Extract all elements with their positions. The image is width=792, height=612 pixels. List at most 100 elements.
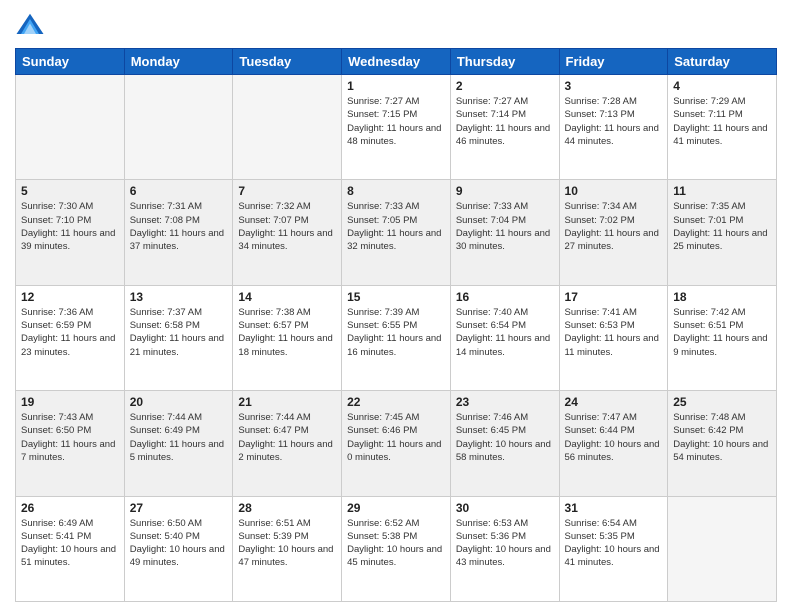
day-info: Sunrise: 7:45 AMSunset: 6:46 PMDaylight:…: [347, 411, 445, 464]
day-number: 7: [238, 184, 336, 198]
day-info: Sunrise: 7:27 AMSunset: 7:15 PMDaylight:…: [347, 95, 445, 148]
day-number: 5: [21, 184, 119, 198]
calendar-cell: 3Sunrise: 7:28 AMSunset: 7:13 PMDaylight…: [559, 75, 668, 180]
day-info: Sunrise: 7:33 AMSunset: 7:05 PMDaylight:…: [347, 200, 445, 253]
weekday-header-friday: Friday: [559, 49, 668, 75]
week-row-5: 26Sunrise: 6:49 AMSunset: 5:41 PMDayligh…: [16, 496, 777, 601]
day-number: 17: [565, 290, 663, 304]
day-number: 9: [456, 184, 554, 198]
day-info: Sunrise: 7:44 AMSunset: 6:47 PMDaylight:…: [238, 411, 336, 464]
day-info: Sunrise: 7:46 AMSunset: 6:45 PMDaylight:…: [456, 411, 554, 464]
calendar-table: SundayMondayTuesdayWednesdayThursdayFrid…: [15, 48, 777, 602]
calendar-cell: 9 Sunrise: 7:33 AMSunset: 7:04 PMDaylight…: [450, 180, 559, 285]
day-number: 4: [673, 79, 771, 93]
day-info: Sunrise: 7:43 AMSunset: 6:50 PMDaylight:…: [21, 411, 119, 464]
week-row-3: 12 Sunrise: 7:36 AMSunset: 6:59 PMDayligh…: [16, 285, 777, 390]
weekday-header-saturday: Saturday: [668, 49, 777, 75]
calendar-cell: 15Sunrise: 7:39 AMSunset: 6:55 PMDayligh…: [342, 285, 451, 390]
calendar-cell: 21 Sunrise: 7:44 AMSunset: 6:47 PMDayligh…: [233, 391, 342, 496]
day-info: Sunrise: 6:54 AMSunset: 5:35 PMDaylight:…: [565, 517, 663, 570]
day-info: Sunrise: 7:31 AMSunset: 7:08 PMDaylight:…: [130, 200, 228, 253]
day-number: 13: [130, 290, 228, 304]
calendar-cell: 28 Sunrise: 6:51 AMSunset: 5:39 PMDayligh…: [233, 496, 342, 601]
calendar-cell: 2 Sunrise: 7:27 AMSunset: 7:14 PMDaylight…: [450, 75, 559, 180]
day-info: Sunrise: 7:35 AMSunset: 7:01 PMDaylight:…: [673, 200, 771, 253]
calendar-cell: [233, 75, 342, 180]
calendar-cell: [668, 496, 777, 601]
calendar-cell: 12 Sunrise: 7:36 AMSunset: 6:59 PMDayligh…: [16, 285, 125, 390]
header: [15, 10, 777, 40]
calendar-cell: 29 Sunrise: 6:52 AMSunset: 5:38 PMDayligh…: [342, 496, 451, 601]
day-info: Sunrise: 7:47 AMSunset: 6:44 PMDaylight:…: [565, 411, 663, 464]
weekday-header-tuesday: Tuesday: [233, 49, 342, 75]
calendar-cell: 8 Sunrise: 7:33 AMSunset: 7:05 PMDaylight…: [342, 180, 451, 285]
calendar-cell: 23Sunrise: 7:46 AMSunset: 6:45 PMDayligh…: [450, 391, 559, 496]
calendar-cell: 26Sunrise: 6:49 AMSunset: 5:41 PMDayligh…: [16, 496, 125, 601]
calendar-cell: 11 Sunrise: 7:35 AMSunset: 7:01 PMDayligh…: [668, 180, 777, 285]
day-info: Sunrise: 7:27 AMSunset: 7:14 PMDaylight:…: [456, 95, 554, 148]
weekday-header-thursday: Thursday: [450, 49, 559, 75]
day-info: Sunrise: 7:38 AMSunset: 6:57 PMDaylight:…: [238, 306, 336, 359]
day-info: Sunrise: 7:44 AMSunset: 6:49 PMDaylight:…: [130, 411, 228, 464]
day-number: 29: [347, 501, 445, 515]
week-row-1: 1 Sunrise: 7:27 AMSunset: 7:15 PMDaylight…: [16, 75, 777, 180]
day-number: 18: [673, 290, 771, 304]
day-info: Sunrise: 6:51 AMSunset: 5:39 PMDaylight:…: [238, 517, 336, 570]
day-number: 26: [21, 501, 119, 515]
calendar-cell: 6Sunrise: 7:31 AMSunset: 7:08 PMDaylight…: [124, 180, 233, 285]
calendar-cell: 5 Sunrise: 7:30 AMSunset: 7:10 PMDaylight…: [16, 180, 125, 285]
day-number: 2: [456, 79, 554, 93]
day-info: Sunrise: 7:37 AMSunset: 6:58 PMDaylight:…: [130, 306, 228, 359]
day-number: 31: [565, 501, 663, 515]
day-info: Sunrise: 7:42 AMSunset: 6:51 PMDaylight:…: [673, 306, 771, 359]
logo: [15, 10, 49, 40]
day-info: Sunrise: 6:50 AMSunset: 5:40 PMDaylight:…: [130, 517, 228, 570]
day-info: Sunrise: 6:52 AMSunset: 5:38 PMDaylight:…: [347, 517, 445, 570]
calendar-cell: 4 Sunrise: 7:29 AMSunset: 7:11 PMDaylight…: [668, 75, 777, 180]
calendar-cell: 7 Sunrise: 7:32 AMSunset: 7:07 PMDaylight…: [233, 180, 342, 285]
week-row-2: 5 Sunrise: 7:30 AMSunset: 7:10 PMDaylight…: [16, 180, 777, 285]
calendar-cell: [124, 75, 233, 180]
day-number: 14: [238, 290, 336, 304]
day-number: 25: [673, 395, 771, 409]
day-info: Sunrise: 7:29 AMSunset: 7:11 PMDaylight:…: [673, 95, 771, 148]
weekday-header-monday: Monday: [124, 49, 233, 75]
calendar-cell: 1 Sunrise: 7:27 AMSunset: 7:15 PMDaylight…: [342, 75, 451, 180]
day-number: 21: [238, 395, 336, 409]
day-info: Sunrise: 7:28 AMSunset: 7:13 PMDaylight:…: [565, 95, 663, 148]
calendar-cell: 14 Sunrise: 7:38 AMSunset: 6:57 PMDayligh…: [233, 285, 342, 390]
calendar-cell: 24 Sunrise: 7:47 AMSunset: 6:44 PMDayligh…: [559, 391, 668, 496]
day-number: 30: [456, 501, 554, 515]
calendar-cell: 20 Sunrise: 7:44 AMSunset: 6:49 PMDayligh…: [124, 391, 233, 496]
day-info: Sunrise: 7:32 AMSunset: 7:07 PMDaylight:…: [238, 200, 336, 253]
calendar-cell: 18 Sunrise: 7:42 AMSunset: 6:51 PMDayligh…: [668, 285, 777, 390]
calendar-cell: 13 Sunrise: 7:37 AMSunset: 6:58 PMDayligh…: [124, 285, 233, 390]
day-number: 16: [456, 290, 554, 304]
logo-icon: [15, 10, 45, 40]
day-number: 15: [347, 290, 445, 304]
day-number: 12: [21, 290, 119, 304]
day-info: Sunrise: 7:40 AMSunset: 6:54 PMDaylight:…: [456, 306, 554, 359]
day-number: 11: [673, 184, 771, 198]
day-info: Sunrise: 7:30 AMSunset: 7:10 PMDaylight:…: [21, 200, 119, 253]
header-row: SundayMondayTuesdayWednesdayThursdayFrid…: [16, 49, 777, 75]
day-info: Sunrise: 7:41 AMSunset: 6:53 PMDaylight:…: [565, 306, 663, 359]
day-number: 10: [565, 184, 663, 198]
day-number: 8: [347, 184, 445, 198]
day-info: Sunrise: 6:53 AMSunset: 5:36 PMDaylight:…: [456, 517, 554, 570]
day-number: 28: [238, 501, 336, 515]
calendar-cell: 27 Sunrise: 6:50 AMSunset: 5:40 PMDayligh…: [124, 496, 233, 601]
day-info: Sunrise: 7:34 AMSunset: 7:02 PMDaylight:…: [565, 200, 663, 253]
day-number: 27: [130, 501, 228, 515]
day-info: Sunrise: 7:48 AMSunset: 6:42 PMDaylight:…: [673, 411, 771, 464]
day-number: 20: [130, 395, 228, 409]
week-row-4: 19Sunrise: 7:43 AMSunset: 6:50 PMDayligh…: [16, 391, 777, 496]
calendar-cell: 19Sunrise: 7:43 AMSunset: 6:50 PMDayligh…: [16, 391, 125, 496]
day-number: 22: [347, 395, 445, 409]
day-info: Sunrise: 7:36 AMSunset: 6:59 PMDaylight:…: [21, 306, 119, 359]
day-number: 1: [347, 79, 445, 93]
day-number: 24: [565, 395, 663, 409]
day-info: Sunrise: 7:33 AMSunset: 7:04 PMDaylight:…: [456, 200, 554, 253]
page: SundayMondayTuesdayWednesdayThursdayFrid…: [0, 0, 792, 612]
calendar-cell: 30 Sunrise: 6:53 AMSunset: 5:36 PMDayligh…: [450, 496, 559, 601]
